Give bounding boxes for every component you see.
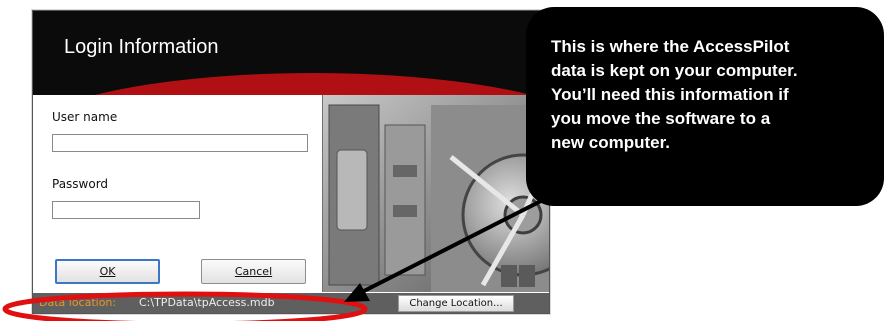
highlight-ellipse xyxy=(2,291,368,321)
annotation-arrow-head xyxy=(344,283,370,302)
annotation-overlay xyxy=(2,166,607,321)
annotation-arrow xyxy=(359,166,607,295)
